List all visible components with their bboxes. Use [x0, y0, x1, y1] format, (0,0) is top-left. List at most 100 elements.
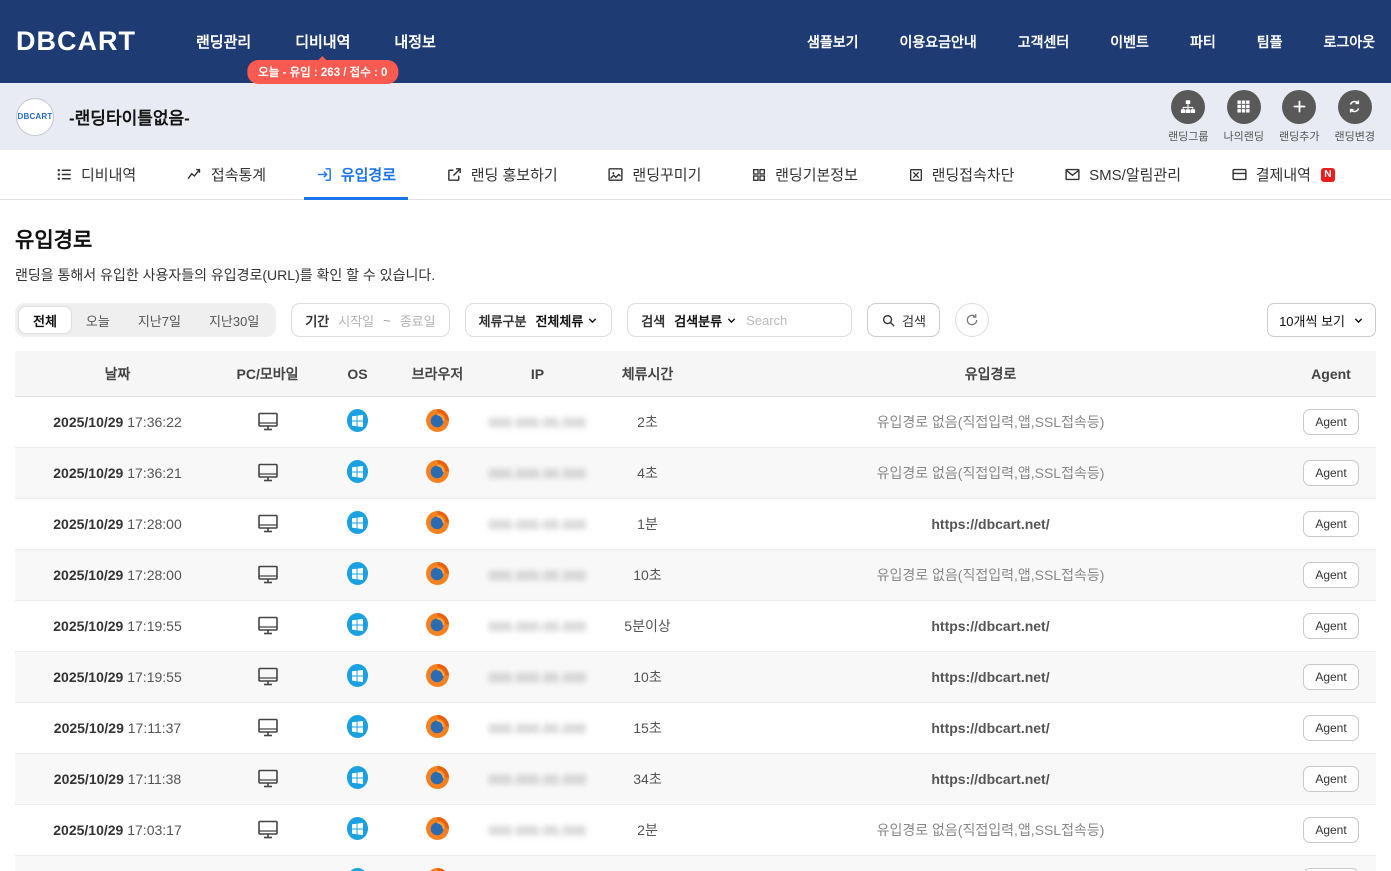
page-size-select[interactable]: 10개씩 보기: [1267, 303, 1376, 337]
duration-cell: 15초: [600, 718, 695, 738]
duration-cell: 10초: [600, 667, 695, 687]
device-cell: [220, 511, 315, 538]
monitor-icon: [256, 817, 280, 841]
tab-랜딩-홍보하기[interactable]: 랜딩 홍보하기: [434, 150, 570, 199]
agent-button[interactable]: Agent: [1303, 511, 1358, 537]
main-menu-item[interactable]: 디비내역오늘 - 유입 : 263 / 접수 : 0: [295, 31, 350, 52]
utility-menu-item[interactable]: 샘플보기: [807, 32, 859, 52]
range-button[interactable]: 지난7일: [124, 306, 195, 334]
ip-cell: 000.000.00.000: [475, 771, 600, 787]
grid-icon: [1235, 98, 1252, 115]
firefox-icon: [425, 459, 450, 484]
device-cell: [220, 817, 315, 844]
agent-button[interactable]: Agent: [1303, 613, 1358, 639]
ip-redacted: 000.000.00.000: [489, 619, 586, 634]
search-input[interactable]: [746, 313, 838, 328]
monitor-icon: [256, 409, 280, 433]
browser-cell: [400, 714, 475, 742]
monitor-icon: [256, 460, 280, 484]
refresh-icon: [1346, 98, 1363, 115]
os-cell: [315, 816, 400, 844]
table-row: 2025/10/29 17:11:37000.000.00.00015초http…: [15, 703, 1376, 754]
main-menu-item[interactable]: 내정보: [394, 31, 435, 52]
table-header-row: 날짜PC/모바일OS브라우저IP체류시간유입경로Agent: [15, 351, 1376, 397]
reload-button[interactable]: [955, 303, 989, 337]
monitor-icon: [256, 511, 280, 535]
table-row: 2025/10/29 17:28:00000.000.00.00010초유입경로…: [15, 550, 1376, 601]
tab-결제내역[interactable]: 결제내역N: [1219, 150, 1347, 199]
windows-icon: [346, 663, 369, 688]
tab-label: SMS/알림관리: [1089, 164, 1181, 185]
os-cell: [315, 459, 400, 487]
period-label: 기간: [305, 311, 329, 330]
utility-menu-item[interactable]: 이용요금안내: [899, 32, 976, 52]
tab-접속통계[interactable]: 접속통계: [174, 150, 278, 199]
browser-cell: [400, 816, 475, 844]
tab-유입경로[interactable]: 유입경로: [304, 150, 408, 199]
windows-icon: [346, 408, 369, 433]
column-header: PC/모바일: [220, 364, 315, 384]
firefox-icon: [425, 867, 450, 871]
tab-랜딩접속차단[interactable]: 랜딩접속차단: [896, 150, 1027, 199]
os-cell: [315, 714, 400, 742]
range-button[interactable]: 전체: [18, 306, 72, 334]
os-cell: [315, 663, 400, 691]
search-category-select[interactable]: 검색분류: [674, 311, 737, 330]
ip-cell: 000.000.00.000: [475, 618, 600, 634]
table-row: 2025/10/29 17:03:17000.000.00.0002분유입경로 …: [15, 805, 1376, 856]
reload-icon: [964, 312, 980, 328]
main-menu: 랜딩관리 디비내역오늘 - 유입 : 263 / 접수 : 0 내정보: [196, 31, 436, 52]
landing-action[interactable]: 나의랜딩: [1224, 90, 1264, 144]
range-button[interactable]: 오늘: [72, 306, 124, 334]
tab-SMS-알림관리[interactable]: SMS/알림관리: [1052, 150, 1193, 199]
agent-button[interactable]: Agent: [1303, 715, 1358, 741]
top-navbar: DBCART 랜딩관리 디비내역오늘 - 유입 : 263 / 접수 : 0 내정보…: [0, 0, 1391, 83]
agent-button[interactable]: Agent: [1303, 664, 1358, 690]
ip-cell: 000.000.00.000: [475, 720, 600, 736]
agent-button[interactable]: Agent: [1303, 460, 1358, 486]
utility-menu-item[interactable]: 이벤트: [1110, 32, 1149, 52]
list-icon: [56, 166, 73, 183]
duration-cell: 4초: [600, 463, 695, 483]
referrer-text: 유입경로 없음(직접입력,앱,SSL접속등): [877, 567, 1105, 583]
tab-랜딩꾸미기[interactable]: 랜딩꾸미기: [595, 150, 713, 199]
agent-cell: Agent: [1286, 460, 1376, 486]
stay-select[interactable]: 전체체류: [535, 311, 598, 330]
end-date-placeholder[interactable]: 종료일: [400, 311, 436, 330]
browser-cell: [400, 765, 475, 793]
agent-button[interactable]: Agent: [1303, 766, 1358, 792]
column-header: 날짜: [15, 364, 220, 384]
start-date-placeholder[interactable]: 시작일: [338, 311, 374, 330]
utility-menu-item[interactable]: 팀플: [1257, 32, 1283, 52]
landing-action[interactable]: 랜딩추가: [1279, 90, 1319, 144]
firefox-icon: [425, 816, 450, 841]
device-cell: [220, 715, 315, 742]
agent-button[interactable]: Agent: [1303, 409, 1358, 435]
today-stats-badge: 오늘 - 유입 : 263 / 접수 : 0: [247, 60, 398, 84]
range-button[interactable]: 지난30일: [195, 306, 273, 334]
landing-action[interactable]: 랜딩변경: [1335, 90, 1375, 144]
ip-redacted: 000.000.00.000: [489, 721, 586, 736]
device-cell: [220, 664, 315, 691]
monitor-icon: [256, 613, 280, 637]
main-menu-item[interactable]: 랜딩관리: [196, 31, 251, 52]
agent-button[interactable]: Agent: [1303, 817, 1358, 843]
filter-row: 전체오늘지난7일지난30일 기간 시작일 ~ 종료일 체류구분 전체체류 검색 …: [15, 303, 1376, 337]
stay-filter[interactable]: 체류구분 전체체류: [465, 303, 613, 337]
utility-menu-item[interactable]: 파티: [1190, 32, 1216, 52]
search-button[interactable]: 검색: [867, 303, 940, 337]
action-circle: [1171, 90, 1205, 124]
agent-cell: Agent: [1286, 715, 1376, 741]
tab-랜딩기본정보[interactable]: 랜딩기본정보: [739, 150, 870, 199]
agent-button[interactable]: Agent: [1303, 562, 1358, 588]
column-header: OS: [315, 366, 400, 382]
utility-menu-item[interactable]: 고객센터: [1018, 32, 1070, 52]
landing-action[interactable]: 랜딩그룹: [1168, 90, 1208, 144]
chevron-down-icon: [726, 315, 737, 326]
period-filter[interactable]: 기간 시작일 ~ 종료일: [291, 303, 449, 337]
dbcart-logo[interactable]: DBCART: [16, 26, 136, 57]
utility-menu-item[interactable]: 로그아웃: [1323, 32, 1375, 52]
firefox-icon: [425, 408, 450, 433]
tab-디비내역[interactable]: 디비내역: [44, 150, 148, 199]
table-row: 2025/10/29 17:11:38000.000.00.00034초http…: [15, 754, 1376, 805]
